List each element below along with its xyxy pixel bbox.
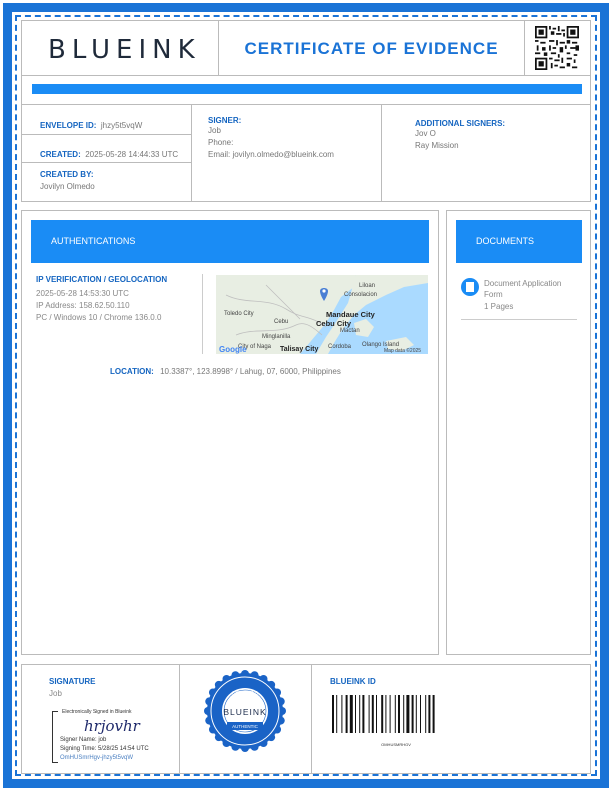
ip-title: IP VERIFICATION / GEOLOCATION xyxy=(36,275,168,284)
ip-verification: IP VERIFICATION / GEOLOCATION 2025-05-28… xyxy=(36,275,196,324)
title-cell: CERTIFICATE OF EVIDENCE xyxy=(219,21,525,75)
footer-section: SIGNATURE Job Electronically Signed in B… xyxy=(21,664,591,774)
created-by-value: Jovilyn Olmedo xyxy=(40,182,95,191)
map-label-talisay: Talisay City xyxy=(280,346,318,353)
signature-label: SIGNATURE xyxy=(49,677,96,686)
ip-address: IP Address: 158.62.50.110 xyxy=(36,301,130,310)
ip-device: PC / Windows 10 / Chrome 136.0.0 xyxy=(36,313,162,322)
progress-section xyxy=(21,75,591,105)
seal-top-text: CERTIFIED xyxy=(232,691,259,697)
envelope-id-value: jhzy5t5vqW xyxy=(100,121,143,130)
map-label-cebu-city: Cebu City xyxy=(316,319,352,328)
esign-header: Electronically Signed in Blueink xyxy=(62,709,132,715)
signature-value: Job xyxy=(49,689,62,698)
created-by-label: CREATED BY: xyxy=(40,170,94,179)
signature-bracket xyxy=(52,711,58,763)
location-value: 10.3387°, 123.8998° / Lahug, 07, 6000, P… xyxy=(160,367,341,376)
seal-column: CERTIFIED BLUEINK AUTHENTIC xyxy=(180,665,312,773)
page-title: CERTIFICATE OF EVIDENCE xyxy=(244,39,499,58)
map-label-toledo: Toledo City xyxy=(224,311,254,317)
additional-signer: Ray Mission xyxy=(415,141,459,150)
map-label-mactan: Mactan xyxy=(340,328,360,334)
map-label-cordoba: Cordoba xyxy=(328,344,352,350)
esign-id: OmHUSmrHgv-jhzy5t5vqW xyxy=(60,755,134,761)
signature-script: hrjovhr xyxy=(84,717,140,735)
map-attribution: Map data ©2025 xyxy=(384,347,421,354)
qr-cell xyxy=(525,21,590,75)
certificate-header: BLUEINK CERTIFICATE OF EVIDENCE xyxy=(21,20,591,76)
document-icon xyxy=(461,278,479,296)
map-label-mandaue: Mandaue City xyxy=(326,310,376,319)
geolocation-map: Liloan Consolacion Toledo City Mandaue C… xyxy=(216,275,428,354)
map-label-liloan: Liloan xyxy=(359,283,375,289)
logo-cell: BLUEINK xyxy=(22,21,219,75)
divider xyxy=(461,319,577,320)
signer-name: Job xyxy=(208,126,221,135)
additional-signers-label: ADDITIONAL SIGNERS: xyxy=(415,119,506,128)
location-label: LOCATION: xyxy=(110,367,154,376)
envelope-column: ENVELOPE ID: jhzy5t5vqW CREATED: 2025-05… xyxy=(22,105,192,201)
seal-center-text: BLUEINK xyxy=(223,707,266,717)
esign-signing-time: Signing Time: 5/28/25 14:54 UTC xyxy=(60,746,149,752)
created-label: CREATED: xyxy=(40,150,81,159)
additional-signer: Jov O xyxy=(415,129,436,138)
created-row: CREATED: 2025-05-28 14:44:33 UTC xyxy=(22,135,191,163)
authentications-heading: AUTHENTICATIONS xyxy=(31,220,429,263)
barcode-caption: OMHUSMRHGV xyxy=(381,742,411,747)
map-label-consolacion: Consolacion xyxy=(344,292,377,298)
authentications-panel: AUTHENTICATIONS IP VERIFICATION / GEOLOC… xyxy=(21,210,439,655)
envelope-id-label: ENVELOPE ID: xyxy=(40,121,97,130)
signer-phone: Phone: xyxy=(208,138,234,147)
esign-signer-name: Signer Name: job xyxy=(60,737,107,743)
document-name: Document Application Form xyxy=(484,279,562,299)
envelope-info: ENVELOPE ID: jhzy5t5vqW CREATED: 2025-05… xyxy=(21,105,591,202)
certified-seal-icon: CERTIFIED BLUEINK AUTHENTIC xyxy=(204,670,286,752)
blueink-logo: BLUEINK xyxy=(48,35,201,65)
signer-column: SIGNER: Job Phone: Email: jovilyn.olmedo… xyxy=(192,105,382,201)
signer-label: SIGNER: xyxy=(208,116,242,125)
signer-email: Email: jovilyn.olmedo@blueink.com xyxy=(208,150,334,159)
accent-bar xyxy=(32,84,582,94)
envelope-id-row: ENVELOPE ID: jhzy5t5vqW xyxy=(22,105,191,135)
location: LOCATION: 10.3387°, 123.8998° / Lahug, 0… xyxy=(110,367,341,376)
blueink-id-column: BLUEINK ID OMHUSMRHGV xyxy=(312,665,590,773)
barcode-icon xyxy=(332,695,435,733)
documents-panel: DOCUMENTS Document Application Form 1 Pa… xyxy=(446,210,591,655)
map-label-minglanilla: Minglanilla xyxy=(262,334,291,340)
created-value: 2025-05-28 14:44:33 UTC xyxy=(85,150,179,159)
google-logo: Google xyxy=(219,345,247,354)
blueink-id-label: BLUEINK ID xyxy=(330,677,376,686)
signature-column: SIGNATURE Job Electronically Signed in B… xyxy=(22,665,180,773)
seal-bottom-text: AUTHENTIC xyxy=(232,724,259,729)
ip-time: 2025-05-28 14:53:30 UTC xyxy=(36,289,129,298)
map-label-cebu: Cebu xyxy=(274,319,288,325)
qr-code-icon xyxy=(535,26,579,70)
divider xyxy=(202,274,203,354)
electronic-signature: Electronically Signed in Blueink hrjovhr… xyxy=(50,709,175,769)
document-pages: 1 Pages xyxy=(484,302,514,311)
additional-signers-column: ADDITIONAL SIGNERS: Jov O Ray Mission xyxy=(382,105,590,201)
documents-heading: DOCUMENTS xyxy=(456,220,582,263)
